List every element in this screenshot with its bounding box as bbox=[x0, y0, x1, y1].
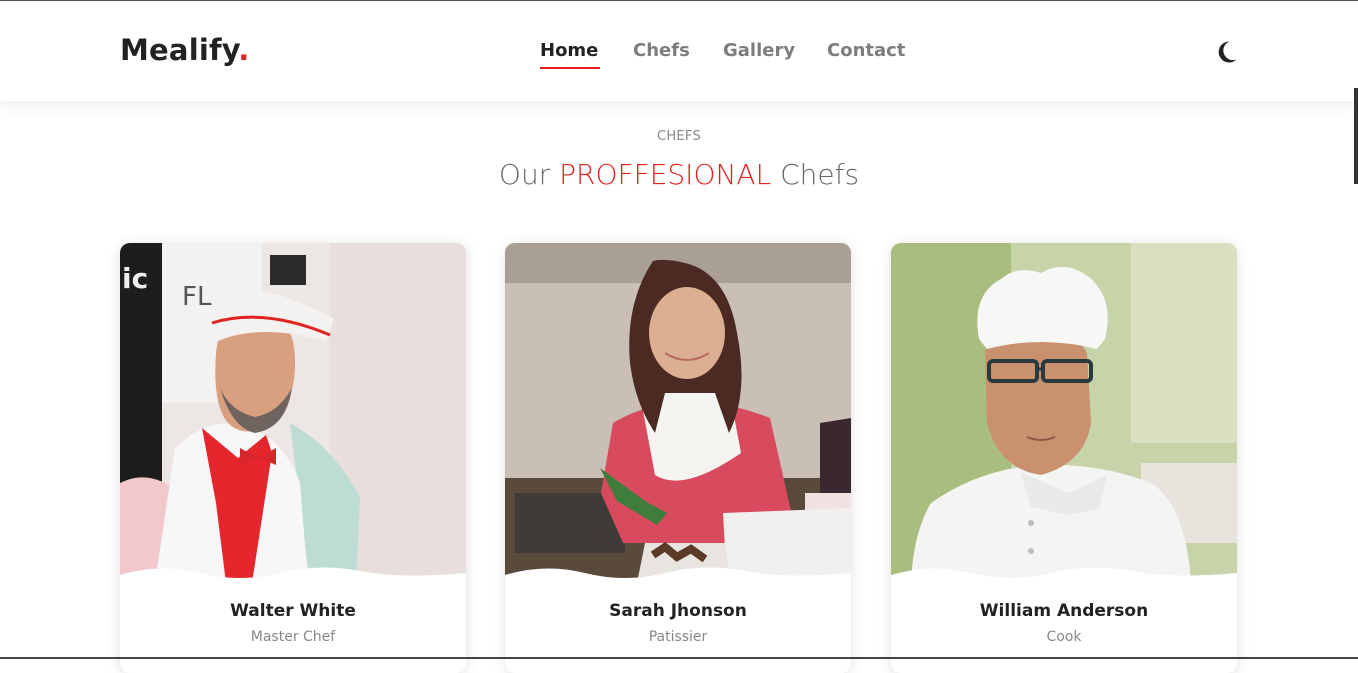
title-prefix: Our bbox=[498, 158, 560, 191]
site-logo[interactable]: Mealify. bbox=[120, 33, 249, 67]
chef-photo bbox=[891, 243, 1237, 583]
chef-name: William Anderson bbox=[979, 601, 1149, 621]
card-wave-divider bbox=[505, 567, 851, 591]
moon-icon bbox=[1218, 41, 1237, 63]
title-accent: PROFFESIONAL bbox=[559, 158, 772, 191]
chef-role: Master Chef bbox=[250, 629, 336, 645]
chef-name: Sarah Jhonson bbox=[609, 601, 747, 621]
chef-photo bbox=[505, 243, 851, 583]
card-wave-divider bbox=[891, 567, 1237, 591]
nav-home[interactable]: Home bbox=[540, 40, 601, 69]
nav-gallery[interactable]: Gallery bbox=[723, 40, 795, 61]
theme-toggle-button[interactable] bbox=[1214, 39, 1238, 65]
svg-text:ic: ic bbox=[122, 262, 148, 295]
chef-role: Cook bbox=[1046, 629, 1082, 645]
title-suffix: Chefs bbox=[771, 158, 860, 191]
site-header: Mealify. Home Chefs Gallery Contact bbox=[0, 1, 1358, 101]
chef-card[interactable]: William Anderson Cook bbox=[891, 243, 1237, 673]
chef-name: Walter White bbox=[230, 601, 356, 621]
nav-chefs[interactable]: Chefs bbox=[633, 40, 690, 61]
scrollbar-thumb[interactable] bbox=[1354, 88, 1358, 184]
nav-contact[interactable]: Contact bbox=[827, 40, 905, 61]
logo-dot: . bbox=[238, 33, 250, 67]
chef-card[interactable]: Sarah Jhonson Patissier bbox=[505, 243, 851, 673]
chef-photo: ic FL bbox=[120, 243, 466, 583]
section-kicker: CHEFS bbox=[656, 129, 702, 144]
chef-card[interactable]: ic FL Walter White Master Chef bbox=[120, 243, 466, 673]
logo-text: Mealify bbox=[120, 33, 239, 67]
chef-role: Patissier bbox=[648, 629, 708, 645]
card-wave-divider bbox=[120, 567, 466, 591]
section-title: Our PROFFESIONAL Chefs bbox=[0, 158, 1358, 191]
svg-text:FL: FL bbox=[182, 282, 212, 312]
